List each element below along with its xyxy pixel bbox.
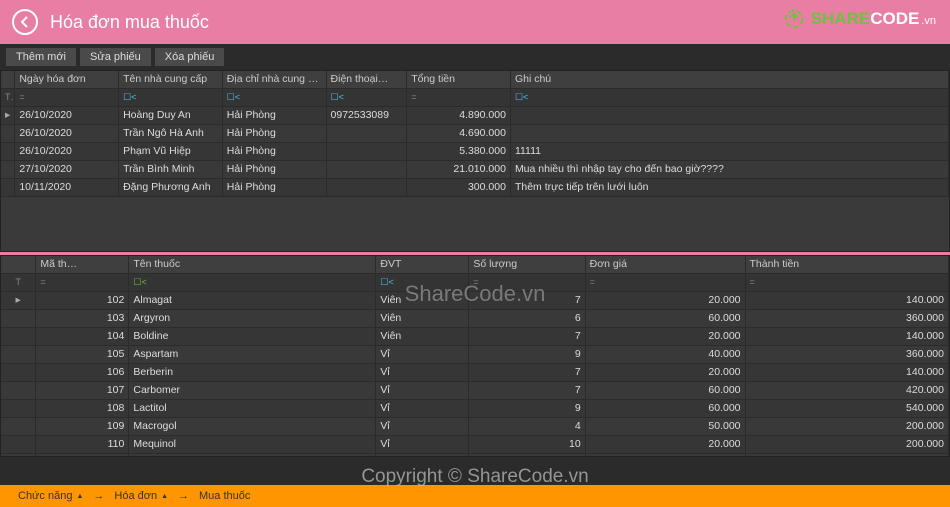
column-header[interactable]: Tổng tiền (407, 71, 511, 89)
page-title: Hóa đơn mua thuốc (50, 12, 209, 33)
breadcrumb-nav: Chức năng ▲ → Hóa đơn ▲ → Mua thuốc (0, 485, 950, 507)
nav-func[interactable]: Chức năng ▲ (18, 490, 83, 502)
chevron-right-icon: → (178, 490, 189, 502)
filter-cell[interactable]: ☐< (119, 89, 223, 107)
table-row[interactable]: 26/10/2020Trần Ngô Hà AnhHải Phòng4.690.… (1, 125, 949, 143)
nav-buy[interactable]: Mua thuốc (199, 490, 250, 502)
filter-cell[interactable]: = (745, 274, 948, 292)
brand-logo: SHARECODE.vn (783, 8, 936, 30)
table-row[interactable]: 104BoldineViên720.000140.000 (1, 328, 949, 346)
nav-invoice[interactable]: Hóa đơn ▲ (114, 490, 168, 502)
filter-cell[interactable]: = (585, 274, 745, 292)
table-row[interactable]: 27/10/2020Trần Bình MinhHải Phòng21.010.… (1, 161, 949, 179)
column-header[interactable]: Điện thoại… (326, 71, 407, 89)
column-header[interactable]: Mã th… (36, 256, 129, 274)
table-row[interactable]: ▸26/10/2020Hoàng Duy AnHải Phòng09725330… (1, 107, 949, 125)
filter-cell[interactable]: T (1, 89, 15, 107)
add-button[interactable]: Thêm mới (6, 48, 76, 66)
table-row[interactable]: 103ArgyronViên660.000360.000 (1, 310, 949, 328)
detail-grid[interactable]: Mã th…Tên thuốcĐVTSố lượngĐơn giáThành t… (0, 255, 950, 457)
table-row[interactable]: 108LactitolVỉ960.000540.000 (1, 400, 949, 418)
filter-cell[interactable]: ☐< (376, 274, 469, 292)
table-row[interactable]: 107CarbomerVỉ760.000420.000 (1, 382, 949, 400)
header-bar: Hóa đơn mua thuốc SHARECODE.vn (0, 0, 950, 44)
table-row[interactable]: 110MequinolVỉ1020.000200.000 (1, 436, 949, 454)
column-header[interactable] (1, 71, 15, 89)
filter-cell[interactable]: ☐< (510, 89, 948, 107)
table-row[interactable]: 106BerberinVỉ720.000140.000 (1, 364, 949, 382)
column-header[interactable] (1, 256, 36, 274)
edit-button[interactable]: Sửa phiếu (80, 48, 151, 66)
column-header[interactable]: Đơn giá (585, 256, 745, 274)
logo-icon (783, 8, 805, 30)
column-header[interactable]: Số lượng (469, 256, 585, 274)
column-header[interactable]: Địa chỉ nhà cung cấp (222, 71, 326, 89)
column-header[interactable]: Ngày hóa đơn (15, 71, 119, 89)
filter-cell[interactable]: ☐< (129, 274, 376, 292)
back-button[interactable] (12, 9, 38, 35)
table-row[interactable]: 109MacrogolVỉ450.000200.000 (1, 418, 949, 436)
table-row[interactable]: 105AspartamVỉ940.000360.000 (1, 346, 949, 364)
delete-button[interactable]: Xóa phiếu (155, 48, 225, 66)
toolbar: Thêm mới Sửa phiếu Xóa phiếu (0, 44, 950, 70)
filter-cell[interactable]: = (407, 89, 511, 107)
column-header[interactable]: Thành tiền (745, 256, 948, 274)
table-row[interactable]: 10/11/2020Đặng Phương AnhHải Phòng300.00… (1, 179, 949, 197)
column-header[interactable]: Ghi chú (510, 71, 948, 89)
table-row[interactable]: 111NaproxenVỉ450.000200.000 (1, 454, 949, 458)
filter-cell[interactable]: = (36, 274, 129, 292)
table-row[interactable]: 26/10/2020Phạm Vũ HiệpHải Phòng5.380.000… (1, 143, 949, 161)
filter-cell[interactable]: ☐< (326, 89, 407, 107)
filter-cell[interactable]: = (469, 274, 585, 292)
filter-cell[interactable]: ☐< (222, 89, 326, 107)
column-header[interactable]: Tên nhà cung cấp (119, 71, 223, 89)
column-header[interactable]: ĐVT (376, 256, 469, 274)
invoice-grid[interactable]: Ngày hóa đơnTên nhà cung cấpĐịa chỉ nhà … (0, 70, 950, 252)
table-row[interactable]: ▸102AlmagatViên720.000140.000 (1, 292, 949, 310)
column-header[interactable]: Tên thuốc (129, 256, 376, 274)
filter-cell[interactable]: = (15, 89, 119, 107)
chevron-right-icon: → (93, 490, 104, 502)
filter-cell[interactable]: T (1, 274, 36, 292)
